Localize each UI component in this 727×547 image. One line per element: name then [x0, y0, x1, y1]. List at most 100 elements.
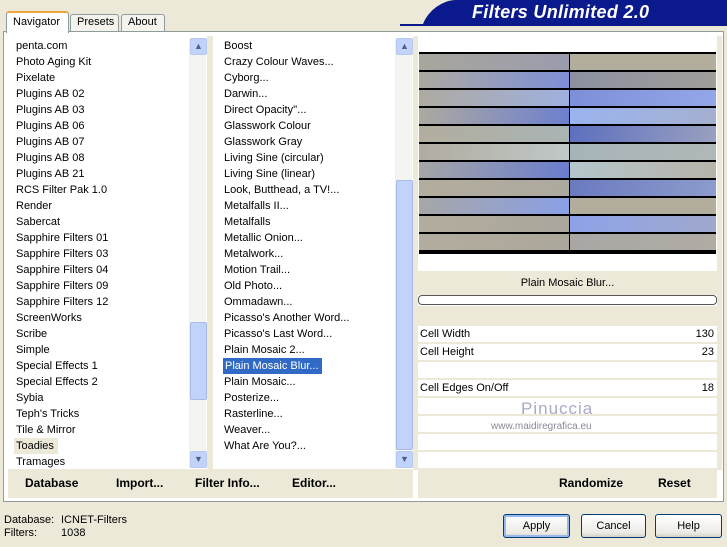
- help-button[interactable]: Help: [655, 514, 722, 538]
- list-item[interactable]: Metalfalls: [216, 214, 394, 230]
- list-item[interactable]: Scribe: [8, 326, 188, 342]
- spacer: [418, 306, 717, 326]
- list-item[interactable]: Sapphire Filters 01: [8, 230, 188, 246]
- list-item[interactable]: Plain Mosaic...: [216, 374, 394, 390]
- param-empty[interactable]: [418, 452, 717, 470]
- filter-info-button[interactable]: Filter Info...: [195, 469, 260, 498]
- list-item[interactable]: What Are You?...: [216, 438, 394, 454]
- list-item[interactable]: Metalwork...: [216, 246, 394, 262]
- list-item[interactable]: Plugins AB 08: [8, 150, 188, 166]
- list-item[interactable]: Tile & Mirror: [8, 422, 188, 438]
- list-item[interactable]: Toadies: [14, 438, 58, 454]
- category-scrollbar[interactable]: ▲ ▼: [189, 38, 207, 468]
- param-value: 18: [701, 382, 714, 394]
- status-label: Filters:: [4, 527, 37, 539]
- list-item[interactable]: Look, Butthead, a TV!...: [216, 182, 394, 198]
- list-item[interactable]: Plugins AB 03: [8, 102, 188, 118]
- preview-tile: [570, 144, 716, 160]
- list-item[interactable]: RCS Filter Pak 1.0: [8, 182, 188, 198]
- list-item[interactable]: Sapphire Filters 09: [8, 278, 188, 294]
- list-item[interactable]: Sapphire Filters 12: [8, 294, 188, 310]
- param-cell-width[interactable]: Cell Width 130: [418, 326, 717, 344]
- preview-tile: [570, 162, 716, 178]
- filter-scrollbar[interactable]: ▲ ▼: [395, 38, 413, 468]
- reset-button[interactable]: Reset: [658, 469, 691, 498]
- randomize-button[interactable]: Randomize: [559, 469, 623, 498]
- list-item[interactable]: Ommadawn...: [216, 294, 394, 310]
- list-item[interactable]: Glasswork Colour: [216, 118, 394, 134]
- list-item[interactable]: Picasso's Another Word...: [216, 310, 394, 326]
- preview-tile: [419, 198, 569, 214]
- preview-tile: [419, 90, 569, 106]
- list-item[interactable]: Plugins AB 06: [8, 118, 188, 134]
- list-item[interactable]: Picasso's Last Word...: [216, 326, 394, 342]
- list-item[interactable]: Sapphire Filters 04: [8, 262, 188, 278]
- param-cell-height[interactable]: Cell Height 23: [418, 344, 717, 362]
- watermark-name: Pinuccia: [521, 399, 594, 418]
- list-item[interactable]: Plugins AB 21: [8, 166, 188, 182]
- list-item[interactable]: Metallic Onion...: [216, 230, 394, 246]
- list-item[interactable]: Sabercat: [8, 214, 188, 230]
- divider: [717, 36, 722, 470]
- editor-button[interactable]: Editor...: [292, 469, 336, 498]
- list-item[interactable]: Rasterline...: [216, 406, 394, 422]
- tab-presets[interactable]: Presets: [70, 14, 119, 32]
- database-button[interactable]: Database: [25, 469, 78, 498]
- list-item[interactable]: Plain Mosaic Blur...: [223, 358, 322, 374]
- list-item[interactable]: Special Effects 1: [8, 358, 188, 374]
- preview-tile: [419, 126, 569, 142]
- preview-tile: [419, 180, 569, 196]
- scroll-down-icon[interactable]: ▼: [190, 451, 207, 468]
- param-cell-edges[interactable]: Cell Edges On/Off 18: [418, 380, 717, 398]
- list-item[interactable]: Sapphire Filters 03: [8, 246, 188, 262]
- list-item[interactable]: ScreenWorks: [8, 310, 188, 326]
- list-item[interactable]: Teph's Tricks: [8, 406, 188, 422]
- scroll-up-icon[interactable]: ▲: [190, 38, 207, 55]
- list-item[interactable]: Darwin...: [216, 86, 394, 102]
- list-item[interactable]: Pixelate: [8, 70, 188, 86]
- preview-tile: [419, 234, 569, 250]
- progress-bar: [418, 295, 717, 305]
- filter-list[interactable]: Boost Crazy Colour Waves... Cyborg... Darwi…: [216, 38, 394, 468]
- list-item[interactable]: Sybia: [8, 390, 188, 406]
- list-item[interactable]: Plugins AB 07: [8, 134, 188, 150]
- list-item[interactable]: Motion Trail...: [216, 262, 394, 278]
- list-item[interactable]: Living Sine (circular): [216, 150, 394, 166]
- list-item[interactable]: Tramages: [8, 454, 188, 468]
- import-button[interactable]: Import...: [116, 469, 163, 498]
- category-list[interactable]: penta.com Photo Aging Kit Pixelate Plugins …: [8, 38, 188, 468]
- scroll-up-icon[interactable]: ▲: [396, 38, 413, 55]
- status-label: Database:: [4, 514, 55, 526]
- param-empty[interactable]: [418, 362, 717, 380]
- preview-tile: [570, 198, 716, 214]
- list-item[interactable]: Plain Mosaic 2...: [216, 342, 394, 358]
- scroll-thumb[interactable]: [190, 322, 207, 400]
- list-item[interactable]: Crazy Colour Waves...: [216, 54, 394, 70]
- list-item[interactable]: Boost: [216, 38, 394, 54]
- list-item[interactable]: Direct Opacity''...: [216, 102, 394, 118]
- list-item[interactable]: Photo Aging Kit: [8, 54, 188, 70]
- list-item[interactable]: Weaver...: [216, 422, 394, 438]
- preview-tile: [570, 126, 716, 142]
- title-underline: [400, 24, 727, 26]
- list-item[interactable]: Posterize...: [216, 390, 394, 406]
- list-item[interactable]: Special Effects 2: [8, 374, 188, 390]
- list-item[interactable]: Plugins AB 02: [8, 86, 188, 102]
- list-item[interactable]: Simple: [8, 342, 188, 358]
- cancel-button[interactable]: Cancel: [581, 514, 646, 538]
- scroll-thumb[interactable]: [396, 180, 413, 450]
- list-item[interactable]: Glasswork Gray: [216, 134, 394, 150]
- list-item[interactable]: Living Sine (linear): [216, 166, 394, 182]
- tab-navigator[interactable]: Navigator: [6, 11, 69, 33]
- scroll-down-icon[interactable]: ▼: [396, 451, 413, 468]
- tab-about[interactable]: About: [121, 14, 165, 32]
- apply-button[interactable]: Apply: [503, 514, 570, 538]
- list-item[interactable]: Old Photo...: [216, 278, 394, 294]
- param-empty[interactable]: [418, 434, 717, 452]
- list-item[interactable]: Metalfalls II...: [216, 198, 394, 214]
- list-item[interactable]: penta.com: [8, 38, 188, 54]
- list-item[interactable]: Cyborg...: [216, 70, 394, 86]
- list-item[interactable]: Render: [8, 198, 188, 214]
- param-label: Cell Edges On/Off: [420, 382, 509, 394]
- status-value: 1038: [61, 527, 86, 539]
